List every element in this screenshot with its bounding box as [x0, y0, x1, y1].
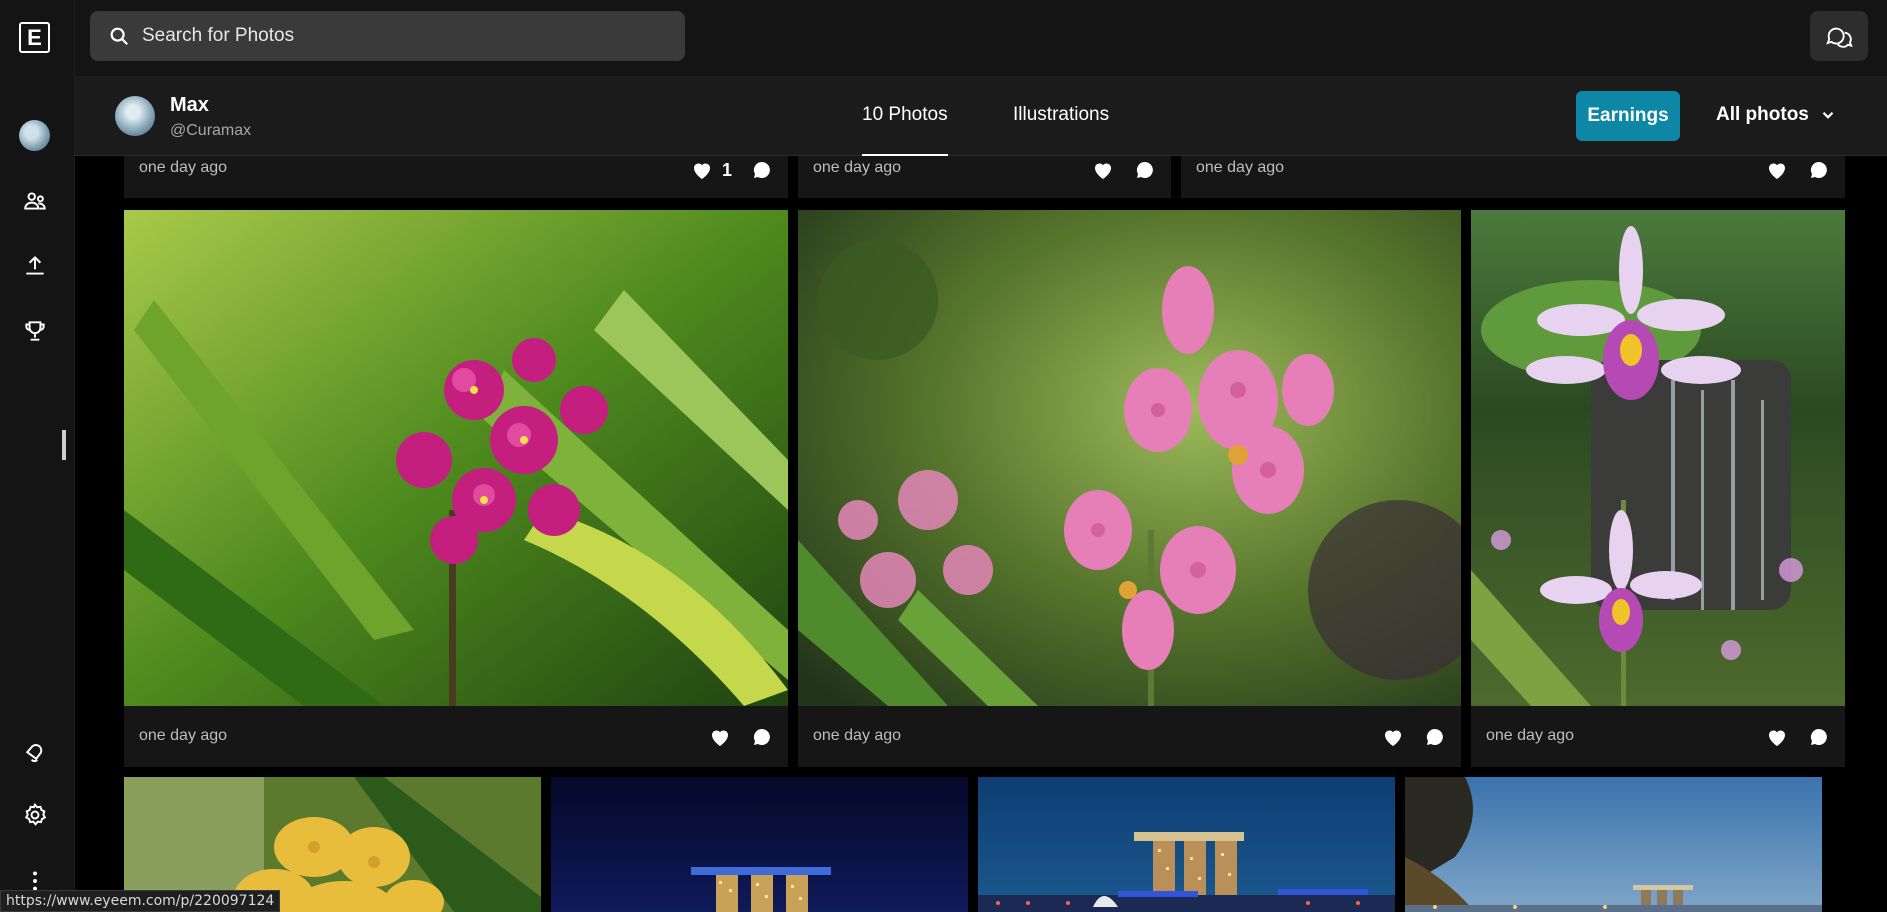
profile-bar: Max @Curamax 10 Photos Illustrations Ear…: [75, 76, 1887, 157]
card-footer-2: one day ago: [798, 156, 1171, 198]
all-photos-label: All photos: [1716, 104, 1809, 125]
photo-marina-bay-dusk[interactable]: [1405, 777, 1822, 912]
heart-icon[interactable]: [1381, 725, 1405, 749]
link-status-bar: https://www.eyeem.com/p/220097124: [0, 890, 281, 912]
profile-avatar[interactable]: [115, 96, 155, 136]
photo-marina-bay-skyline[interactable]: [978, 777, 1395, 912]
comment-icon[interactable]: [750, 158, 774, 182]
profile-handle: @Curamax: [170, 122, 252, 139]
heart-icon[interactable]: [1765, 158, 1789, 182]
heart-icon[interactable]: [1765, 725, 1789, 749]
like-count: 1: [721, 159, 732, 180]
all-photos-dropdown[interactable]: All photos: [1716, 104, 1837, 126]
card-footer-5: one day ago: [798, 706, 1461, 767]
comment-icon[interactable]: [1807, 158, 1831, 182]
card-time: one day ago: [1486, 727, 1575, 744]
card-footer-3: one day ago: [1181, 156, 1845, 198]
upload-icon[interactable]: [19, 250, 50, 281]
eyeem-logo[interactable]: E: [19, 22, 50, 53]
photo-marina-bay-night[interactable]: [551, 777, 968, 912]
search-box[interactable]: [90, 11, 685, 61]
heart-icon[interactable]: [1091, 158, 1115, 182]
comment-icon[interactable]: [750, 725, 774, 749]
messages-button[interactable]: [1810, 11, 1868, 61]
sidebar: E: [0, 0, 75, 912]
sidebar-avatar[interactable]: [19, 120, 50, 151]
notifications-icon[interactable]: [19, 735, 50, 766]
settings-icon[interactable]: [19, 799, 50, 830]
card-time: one day ago: [139, 159, 228, 176]
card-footer-4: one day ago: [124, 706, 788, 767]
card-footer-6: one day ago: [1471, 706, 1845, 767]
profile-name[interactable]: Max: [170, 94, 209, 117]
comment-icon[interactable]: [1133, 158, 1157, 182]
comment-icon[interactable]: [1423, 725, 1447, 749]
top-bar: [75, 0, 1887, 76]
trophy-icon[interactable]: [19, 315, 50, 346]
earnings-button[interactable]: Earnings: [1576, 91, 1680, 141]
chevron-down-icon: [1822, 111, 1834, 119]
photo-pink-spotted-orchid[interactable]: [798, 210, 1461, 706]
app: E Max @Curamax: [0, 0, 1887, 912]
heart-icon[interactable]: [690, 158, 714, 182]
photo-magenta-orchid[interactable]: [124, 210, 788, 706]
card-time: one day ago: [139, 727, 228, 744]
heart-icon[interactable]: [708, 725, 732, 749]
card-time: one day ago: [813, 727, 902, 744]
comment-icon[interactable]: [1807, 725, 1831, 749]
community-icon[interactable]: [19, 185, 50, 216]
search-input[interactable]: [142, 25, 662, 47]
card-time: one day ago: [1196, 159, 1285, 176]
sidebar-resize-handle[interactable]: [62, 430, 66, 460]
search-icon: [110, 27, 129, 46]
tab-photos[interactable]: 10 Photos: [862, 104, 948, 157]
chat-icon: [1826, 27, 1853, 48]
card-footer-1: one day ago 1: [124, 156, 788, 198]
photo-lilac-orchid[interactable]: [1471, 210, 1845, 706]
tab-illustrations[interactable]: Illustrations: [1013, 104, 1109, 126]
card-time: one day ago: [813, 159, 902, 176]
